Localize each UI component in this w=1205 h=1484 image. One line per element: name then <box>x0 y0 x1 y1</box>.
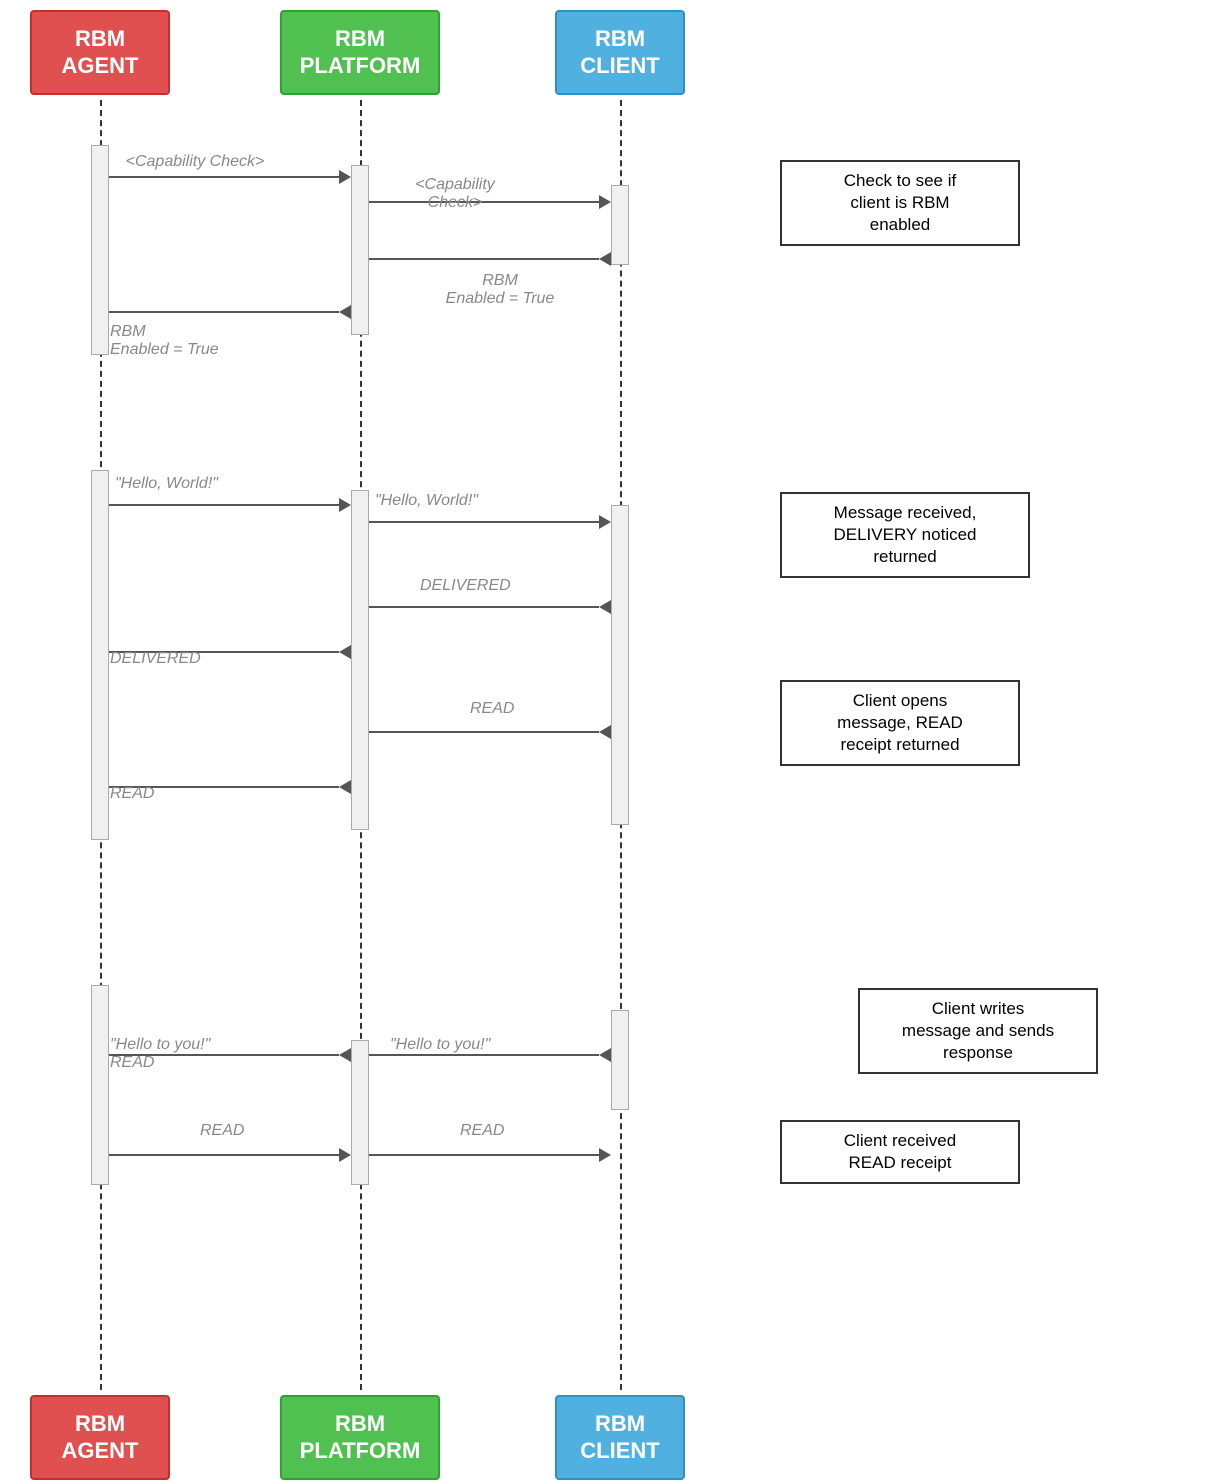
label-rbm-enabled-2: RBM Enabled = True <box>110 305 270 359</box>
label-delivered-2: DELIVERED <box>110 650 201 668</box>
label-hello-2: "Hello, World!" <box>375 492 478 510</box>
arrowhead <box>599 252 611 266</box>
arrow-line <box>369 606 599 608</box>
client-label-top: RBM CLIENT <box>580 26 659 79</box>
client-activation-1 <box>611 185 629 265</box>
arrowhead <box>599 195 611 209</box>
label-read-1: READ <box>470 700 514 718</box>
note-capability-text: Check to see if client is RBM enabled <box>844 171 956 234</box>
platform-label-top: RBM PLATFORM <box>300 26 421 79</box>
note-read: Client opens message, READ receipt retur… <box>780 680 1020 766</box>
arrow-cap-check-1 <box>109 170 351 184</box>
client-activation-3 <box>611 1010 629 1110</box>
client-label-bottom: RBM CLIENT <box>580 1411 659 1464</box>
arrowhead <box>599 515 611 529</box>
arrow-read-1 <box>369 725 611 739</box>
arrow-read-3 <box>109 1148 351 1162</box>
platform-activation-1 <box>351 165 369 335</box>
label-delivered-1: DELIVERED <box>420 577 511 595</box>
label-hello-to-you-1: "Hello to you!" <box>390 1018 490 1054</box>
arrow-line <box>369 521 599 523</box>
note-writes-text: Client writes message and sends response <box>902 999 1054 1062</box>
agent-box-bottom: RBM AGENT <box>30 1395 170 1480</box>
label-rbm-enabled-1: RBM Enabled = True <box>420 254 580 308</box>
label-cap-check-2: <Capability Check> <box>375 158 535 212</box>
note-capability: Check to see if client is RBM enabled <box>780 160 1020 246</box>
label-read-3: READ <box>200 1122 244 1140</box>
agent-activation-2 <box>91 470 109 840</box>
agent-label-bottom: RBM AGENT <box>62 1411 139 1464</box>
sequence-diagram: RBM AGENT RBM PLATFORM RBM CLIENT <Capab… <box>0 0 1205 1484</box>
arrowhead <box>599 600 611 614</box>
label-read-2: READ <box>110 785 154 803</box>
label-cap-check-1: <Capability Check> <box>115 135 275 171</box>
note-client-read-text: Client received READ receipt <box>844 1131 956 1172</box>
client-box-bottom: RBM CLIENT <box>555 1395 685 1480</box>
agent-label-top: RBM AGENT <box>62 26 139 79</box>
note-client-read: Client received READ receipt <box>780 1120 1020 1184</box>
agent-box-top: RBM AGENT <box>30 10 170 95</box>
platform-activation-3 <box>351 1040 369 1185</box>
arrowhead <box>339 1048 351 1062</box>
arrow-line <box>369 1154 599 1156</box>
arrow-line <box>369 731 599 733</box>
platform-activation-2 <box>351 490 369 830</box>
arrowhead <box>339 305 351 319</box>
agent-activation-1 <box>91 145 109 355</box>
arrowhead <box>599 1148 611 1162</box>
arrowhead <box>339 780 351 794</box>
arrow-line <box>369 1054 599 1056</box>
note-writes: Client writes message and sends response <box>858 988 1098 1074</box>
arrowhead <box>339 645 351 659</box>
arrow-line <box>109 176 339 178</box>
arrow-read-4 <box>369 1148 611 1162</box>
arrow-delivered-1 <box>369 600 611 614</box>
arrow-line <box>109 1154 339 1156</box>
label-hello-1: "Hello, World!" <box>115 475 218 493</box>
label-hello-to-you-2: "Hello to you!" READ <box>110 1018 210 1072</box>
arrowhead <box>339 498 351 512</box>
platform-box-bottom: RBM PLATFORM <box>280 1395 440 1480</box>
label-read-4: READ <box>460 1122 504 1140</box>
arrow-line <box>109 504 339 506</box>
arrow-hello-2 <box>369 515 611 529</box>
note-delivery-text: Message received, DELIVERY noticed retur… <box>833 503 976 566</box>
arrow-hello-1 <box>109 498 351 512</box>
agent-activation-3 <box>91 985 109 1185</box>
arrowhead <box>599 725 611 739</box>
client-activation-2 <box>611 505 629 825</box>
arrowhead <box>339 170 351 184</box>
platform-box-top: RBM PLATFORM <box>280 10 440 95</box>
arrowhead <box>339 1148 351 1162</box>
note-read-text: Client opens message, READ receipt retur… <box>837 691 963 754</box>
arrowhead <box>599 1048 611 1062</box>
note-delivery: Message received, DELIVERY noticed retur… <box>780 492 1030 578</box>
client-box-top: RBM CLIENT <box>555 10 685 95</box>
platform-label-bottom: RBM PLATFORM <box>300 1411 421 1464</box>
